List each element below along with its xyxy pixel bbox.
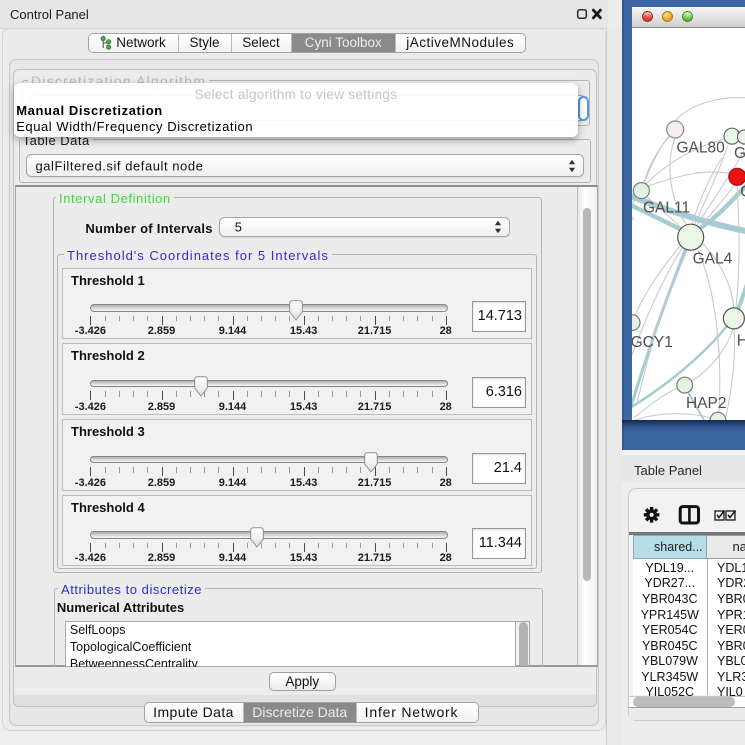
svg-text:HAP2: HAP2 [686,395,727,412]
svg-text:H: H [737,333,745,350]
svg-text:GAL11: GAL11 [643,200,690,217]
svg-text:GAL80: GAL80 [677,140,726,157]
svg-text:C: C [740,184,745,201]
svg-text:GAL4: GAL4 [693,251,733,268]
svg-text:GCY1: GCY1 [632,334,673,351]
svg-text:GAL: GAL [734,145,745,162]
